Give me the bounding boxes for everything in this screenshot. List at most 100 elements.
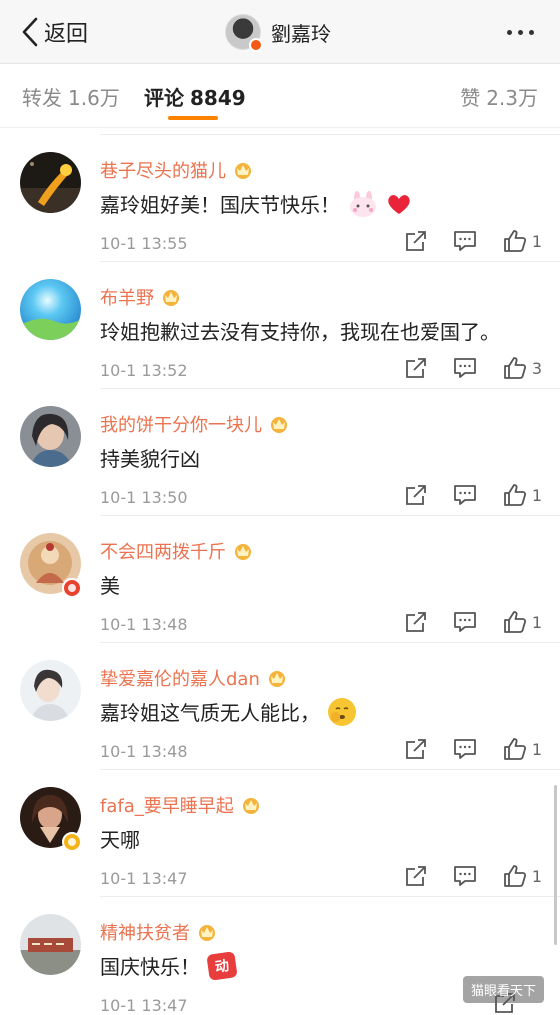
share-button[interactable] xyxy=(405,230,427,252)
comment-icon xyxy=(453,358,476,378)
comment-username[interactable]: fafa_要早睡早起 xyxy=(100,792,234,818)
back-label: 返回 xyxy=(44,22,89,47)
vip-crown-icon[interactable] xyxy=(240,795,262,815)
comment-item: 我的饼干分你一块儿 持美貌行凶 10-1 13:50 1 xyxy=(0,389,560,516)
vip-crown-icon[interactable] xyxy=(232,160,254,180)
comment-icon xyxy=(453,231,476,251)
comment-text: 国庆快乐！ xyxy=(100,955,200,979)
vip-crown-icon[interactable] xyxy=(232,541,254,561)
comment-timestamp: 10-1 13:48 xyxy=(100,742,188,761)
comment-item: 布羊野 玲姐抱歉过去没有支持你，我现在也爱国了。 10-1 13:52 3 xyxy=(0,262,560,389)
comment-text: 玲姐抱歉过去没有支持你，我现在也爱国了。 xyxy=(100,320,500,344)
avatar[interactable] xyxy=(20,279,81,340)
comment-timestamp: 10-1 13:47 xyxy=(100,996,188,1015)
like-button[interactable]: 1 xyxy=(503,229,542,253)
share-button[interactable] xyxy=(405,865,427,887)
like-count: 1 xyxy=(531,612,542,632)
reply-button[interactable] xyxy=(453,357,477,379)
comment-username[interactable]: 我的饼干分你一块儿 xyxy=(100,411,262,437)
vip-crown-icon[interactable] xyxy=(266,668,288,688)
like-button[interactable]: 1 xyxy=(503,737,542,761)
dot-icon xyxy=(529,29,534,35)
comment-username[interactable]: 挚爱嘉伦的嘉人dan xyxy=(100,665,260,691)
sticker-emoji-icon: 动 xyxy=(206,950,238,981)
avatar[interactable] xyxy=(20,914,81,975)
comment-icon xyxy=(453,485,476,505)
share-icon xyxy=(405,612,426,632)
share-button[interactable] xyxy=(405,611,427,633)
avatar[interactable] xyxy=(225,14,263,52)
reply-button[interactable] xyxy=(453,865,477,887)
comment-username[interactable]: 不会四两拨千斤 xyxy=(100,538,226,564)
active-tab-indicator xyxy=(168,116,218,120)
comment-icon xyxy=(453,612,476,632)
thumbs-up-icon xyxy=(503,611,526,633)
comment-text: 天哪 xyxy=(100,828,140,852)
comment-item: 挚爱嘉伦的嘉人dan 嘉玲姐这气质无人能比， 10-1 13:48 1 xyxy=(0,643,560,770)
comment-text: 持美貌行凶 xyxy=(100,447,200,471)
tab-comments-label: 评论 xyxy=(144,86,184,110)
comment-icon xyxy=(453,739,476,759)
reply-button[interactable] xyxy=(453,611,477,633)
comment-username[interactable]: 布羊野 xyxy=(100,284,154,310)
avatar-image-icon xyxy=(20,914,81,975)
dot-icon xyxy=(507,29,512,35)
like-count: 1 xyxy=(531,866,542,886)
reply-button[interactable] xyxy=(453,484,477,506)
vip-crown-icon[interactable] xyxy=(196,922,218,942)
avatar[interactable] xyxy=(20,660,81,721)
reply-button[interactable] xyxy=(453,230,477,252)
like-button[interactable]: 1 xyxy=(503,864,542,888)
tab-bar: 转发 1.6万 评论 8849 赞 2.3万 xyxy=(0,64,560,128)
back-button[interactable]: 返回 xyxy=(22,14,88,50)
comment-icon xyxy=(453,866,476,886)
comment-timestamp: 10-1 13:52 xyxy=(100,361,188,380)
like-count: 3 xyxy=(531,358,542,378)
vip-crown-icon[interactable] xyxy=(160,287,182,307)
comment-username[interactable]: 精神扶贫者 xyxy=(100,919,190,945)
bunny-emoji-icon xyxy=(350,190,376,217)
comment-timestamp: 10-1 13:47 xyxy=(100,869,188,888)
chevron-left-icon xyxy=(22,17,38,47)
comment-timestamp: 10-1 13:50 xyxy=(100,488,188,507)
vip-crown-icon[interactable] xyxy=(268,414,290,434)
watermark: 猫眼看天下 xyxy=(462,976,544,1003)
scrollbar[interactable] xyxy=(554,785,557,945)
thumbs-up-icon xyxy=(503,738,526,760)
share-button[interactable] xyxy=(405,484,427,506)
more-options-button[interactable] xyxy=(507,20,534,44)
red-heart-emoji-icon xyxy=(388,194,410,214)
comment-text: 嘉玲姐这气质无人能比， xyxy=(100,701,320,725)
comment-item: 不会四两拨千斤 美 10-1 13:48 1 xyxy=(0,516,560,643)
share-button[interactable] xyxy=(405,738,427,760)
nav-profile[interactable]: 劉嘉玲 xyxy=(225,12,331,52)
comment-text: 嘉玲姐好美！国庆节快乐！ xyxy=(100,193,340,217)
avatar-image-icon xyxy=(20,279,81,340)
top-nav-bar: 返回 劉嘉玲 xyxy=(0,0,560,64)
comment-username[interactable]: 巷子尽头的猫儿 xyxy=(100,157,226,183)
like-count: 1 xyxy=(531,485,542,505)
tab-likes-count: 2.3万 xyxy=(486,86,538,110)
tab-repost[interactable]: 转发 1.6万 xyxy=(22,82,120,111)
thumbs-up-icon xyxy=(503,484,526,506)
tab-comments-count: 8849 xyxy=(190,86,246,110)
share-icon xyxy=(405,866,426,886)
verified-badge-icon xyxy=(249,38,263,52)
thumbs-up-icon xyxy=(503,865,526,887)
reply-button[interactable] xyxy=(453,738,477,760)
share-icon xyxy=(405,231,426,251)
avatar[interactable] xyxy=(20,152,81,213)
verified-badge-icon xyxy=(62,832,82,852)
like-button[interactable]: 1 xyxy=(503,483,542,507)
verified-badge-icon xyxy=(62,578,82,598)
tab-likes[interactable]: 赞 2.3万 xyxy=(460,82,538,111)
like-button[interactable]: 3 xyxy=(503,356,542,380)
avatar[interactable] xyxy=(20,406,81,467)
like-count: 1 xyxy=(531,231,542,251)
share-icon xyxy=(405,485,426,505)
comment-item: 巷子尽头的猫儿 嘉玲姐好美！国庆节快乐！ 10-1 13:55 1 xyxy=(0,135,560,262)
like-button[interactable]: 1 xyxy=(503,610,542,634)
share-button[interactable] xyxy=(405,357,427,379)
share-icon xyxy=(405,358,426,378)
like-count: 1 xyxy=(531,739,542,759)
